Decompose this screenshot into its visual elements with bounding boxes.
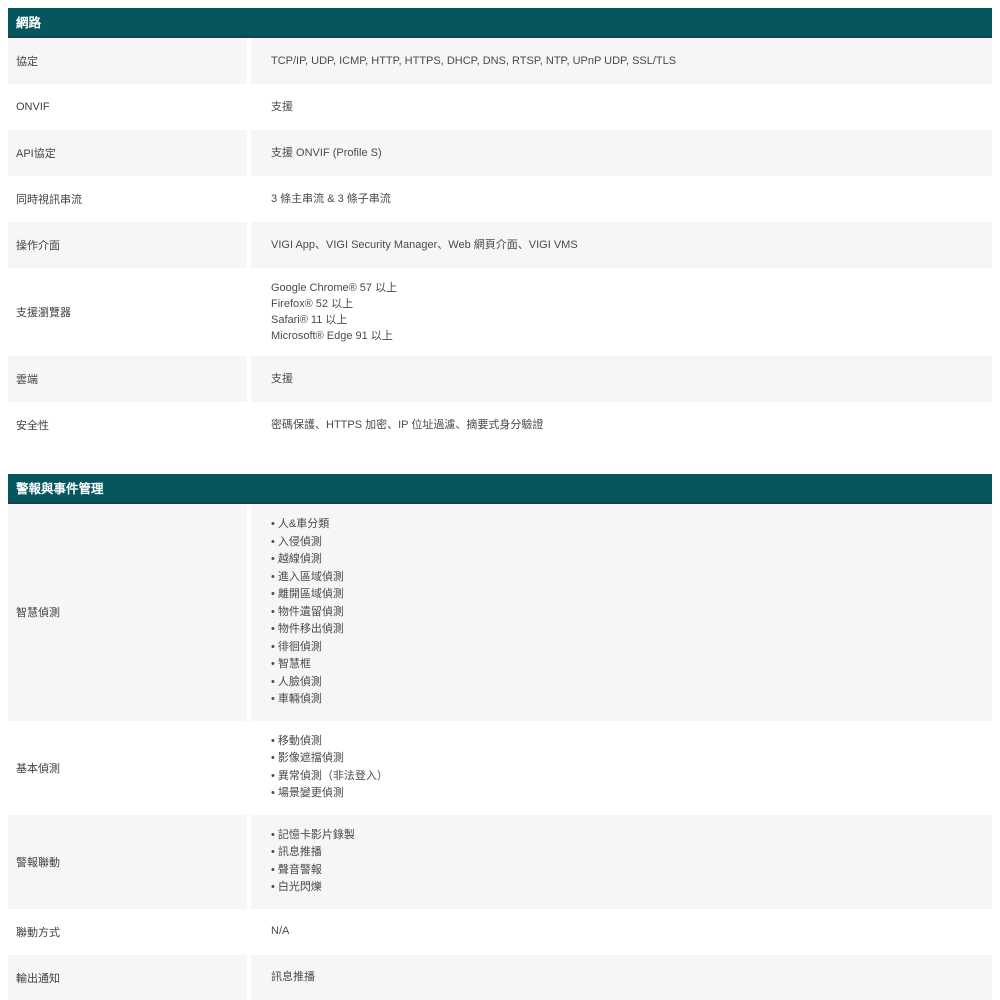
bullet-item: • 影像遮擋偵測: [271, 750, 982, 768]
spec-row: API協定 支援 ONVIF (Profile S): [8, 130, 992, 176]
bullet-item: • 訊息推播: [271, 844, 982, 862]
bullet-item: • 離開區域偵測: [271, 586, 982, 604]
spec-row-value: 支援: [251, 356, 992, 402]
value-line: Microsoft® Edge 91 以上: [271, 328, 982, 344]
section-header: 網路: [8, 8, 992, 38]
value-text: 密碼保護、HTTPS 加密、IP 位址過濾、摘要式身分驗證: [271, 418, 982, 433]
spec-row: 支援瀏覽器Google Chrome® 57 以上Firefox® 52 以上S…: [8, 268, 992, 356]
spec-row-label: 安全性: [8, 402, 247, 448]
spec-row: 協定 TCP/IP, UDP, ICMP, HTTP, HTTPS, DHCP, …: [8, 38, 992, 84]
spec-row-label: 同時視訊串流: [8, 176, 247, 222]
value-line: Safari® 11 以上: [271, 312, 982, 328]
value-text: 支援: [271, 100, 982, 115]
spec-row-value: 密碼保護、HTTPS 加密、IP 位址過濾、摘要式身分驗證: [251, 402, 992, 448]
spec-row: 基本偵測• 移動偵測• 影像遮擋偵測• 異常偵測（非法登入）• 場景變更偵測: [8, 721, 992, 815]
bullet-item: • 車輛偵測: [271, 691, 982, 709]
value-text: 支援 ONVIF (Profile S): [271, 146, 982, 161]
spec-row-value: VIGI App、VIGI Security Manager、Web 網頁介面、…: [251, 222, 992, 268]
spec-row: 聯動方式 N/A: [8, 909, 992, 955]
bullet-item: • 智慧框: [271, 656, 982, 674]
bullet-item: • 人&車分類: [271, 516, 982, 534]
spec-row: 同時視訊串流 3 條主串流 & 3 條子串流: [8, 176, 992, 222]
spec-row-label: 協定: [8, 38, 247, 84]
spec-row-label: 警報聯動: [8, 815, 247, 909]
bullet-item: • 物件遺留偵測: [271, 604, 982, 622]
bullet-item: • 聲音警報: [271, 862, 982, 880]
value-text: 支援: [271, 372, 982, 387]
bullet-item: • 越線偵測: [271, 551, 982, 569]
bullet-item: • 場景變更偵測: [271, 785, 982, 803]
bullet-item: • 異常偵測（非法登入）: [271, 768, 982, 786]
spec-row-value: 訊息推播: [251, 955, 992, 1000]
spec-row-label: 支援瀏覽器: [8, 268, 247, 356]
spec-row: 輸出通知 訊息推播: [8, 955, 992, 1000]
value-text: 3 條主串流 & 3 條子串流: [271, 192, 982, 207]
spec-row-label: 雲端: [8, 356, 247, 402]
spec-row: ONVIF 支援: [8, 84, 992, 130]
spec-row-label: 操作介面: [8, 222, 247, 268]
bullet-item: • 移動偵測: [271, 733, 982, 751]
spec-table-section: 網路協定 TCP/IP, UDP, ICMP, HTTP, HTTPS, DHCP…: [8, 8, 992, 448]
section-header: 警報與事件管理: [8, 474, 992, 504]
spec-row: 安全性 密碼保護、HTTPS 加密、IP 位址過濾、摘要式身分驗證: [8, 402, 992, 448]
spec-row-label: 基本偵測: [8, 721, 247, 815]
bullet-item: • 人臉偵測: [271, 674, 982, 692]
spec-row: 智慧偵測• 人&車分類• 入侵偵測• 越線偵測• 進入區域偵測• 離開區域偵測•…: [8, 504, 992, 721]
spec-row-value: 支援: [251, 84, 992, 130]
spec-row: 雲端 支援: [8, 356, 992, 402]
spec-row-label: ONVIF: [8, 84, 247, 130]
bullet-item: • 白光閃爍: [271, 879, 982, 897]
value-line: Firefox® 52 以上: [271, 296, 982, 312]
bullet-item: • 記憶卡影片錄製: [271, 827, 982, 845]
spec-row-value: • 記憶卡影片錄製• 訊息推播• 聲音警報• 白光閃爍: [251, 815, 992, 909]
spec-row-label: 聯動方式: [8, 909, 247, 955]
spec-row-value: • 移動偵測• 影像遮擋偵測• 異常偵測（非法登入）• 場景變更偵測: [251, 721, 992, 815]
spec-row-value: 支援 ONVIF (Profile S): [251, 130, 992, 176]
bullet-item: • 入侵偵測: [271, 534, 982, 552]
spec-row-label: 智慧偵測: [8, 504, 247, 721]
value-text: VIGI App、VIGI Security Manager、Web 網頁介面、…: [271, 238, 982, 253]
spec-row-label: API協定: [8, 130, 247, 176]
spec-row-value: Google Chrome® 57 以上Firefox® 52 以上Safari…: [251, 268, 992, 356]
spec-row-value: N/A: [251, 909, 992, 955]
spec-row: 警報聯動• 記憶卡影片錄製• 訊息推播• 聲音警報• 白光閃爍: [8, 815, 992, 909]
spec-row-value: 3 條主串流 & 3 條子串流: [251, 176, 992, 222]
bullet-item: • 物件移出偵測: [271, 621, 982, 639]
value-text: N/A: [271, 924, 982, 939]
spec-row-label: 輸出通知: [8, 955, 247, 1000]
spec-row-value: TCP/IP, UDP, ICMP, HTTP, HTTPS, DHCP, DN…: [251, 38, 992, 84]
spec-row: 操作介面 VIGI App、VIGI Security Manager、Web 網…: [8, 222, 992, 268]
value-line: Google Chrome® 57 以上: [271, 280, 982, 296]
spec-table-section: 警報與事件管理智慧偵測• 人&車分類• 入侵偵測• 越線偵測• 進入區域偵測• …: [8, 474, 992, 1000]
value-text: 訊息推播: [271, 970, 982, 985]
bullet-item: • 徘徊偵測: [271, 639, 982, 657]
spec-row-value: • 人&車分類• 入侵偵測• 越線偵測• 進入區域偵測• 離開區域偵測• 物件遺…: [251, 504, 992, 721]
value-text: TCP/IP, UDP, ICMP, HTTP, HTTPS, DHCP, DN…: [271, 54, 982, 69]
bullet-item: • 進入區域偵測: [271, 569, 982, 587]
spec-sections: 網路協定 TCP/IP, UDP, ICMP, HTTP, HTTPS, DHCP…: [0, 0, 1000, 1000]
